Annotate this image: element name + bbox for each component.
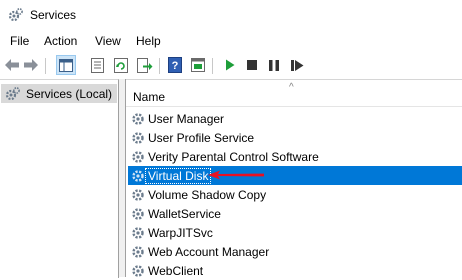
list-item[interactable]: Verity Parental Control Software xyxy=(128,147,462,166)
list-item[interactable]: User Manager xyxy=(128,109,462,128)
list-item[interactable]: Volume Shadow Copy xyxy=(128,185,462,204)
menu-bar: File Action View Help xyxy=(0,30,462,52)
restart-service-icon[interactable] xyxy=(288,56,306,74)
service-name: Web Account Manager xyxy=(148,245,270,259)
service-name: WalletService xyxy=(148,207,221,221)
menu-help[interactable]: Help xyxy=(136,34,161,48)
svg-text:?: ? xyxy=(172,60,179,72)
gear-icon xyxy=(5,87,20,101)
gear-icon xyxy=(132,189,144,201)
refresh-icon[interactable] xyxy=(112,56,130,74)
annotation-arrow-icon xyxy=(208,170,264,180)
list-item[interactable]: WarpJITSvc xyxy=(128,223,462,242)
list-item[interactable]: WalletService xyxy=(128,204,462,223)
toolbar-separator xyxy=(212,58,213,74)
service-name: User Manager xyxy=(148,112,225,126)
service-name: Virtual Disk xyxy=(144,168,212,184)
tree-pane: Services (Local) xyxy=(0,79,119,278)
toolbar-separator xyxy=(45,58,46,74)
menu-file[interactable]: File xyxy=(10,34,29,48)
service-name: WarpJITSvc xyxy=(148,226,213,240)
list-item[interactable]: User Profile Service xyxy=(128,128,462,147)
column-header-name[interactable]: ^ Name xyxy=(126,80,462,107)
stop-service-icon[interactable] xyxy=(243,56,261,74)
gear-icon xyxy=(132,170,144,182)
services-list: ^ Name User Manager User Profile Service… xyxy=(126,79,462,278)
sort-ascending-indicator: ^ xyxy=(289,82,294,93)
list-item[interactable]: Web Account Manager xyxy=(128,242,462,261)
pane-splitter[interactable] xyxy=(119,79,126,277)
column-header-label: Name xyxy=(133,90,166,104)
gear-icon xyxy=(132,113,144,125)
gear-icon xyxy=(132,132,144,144)
start-service-icon[interactable] xyxy=(221,56,239,74)
gear-icon xyxy=(132,208,144,220)
tree-item-services-local[interactable]: Services (Local) xyxy=(1,84,117,103)
list-item[interactable]: WebClient xyxy=(128,261,462,280)
help-icon[interactable]: ? xyxy=(166,56,184,74)
service-name: User Profile Service xyxy=(148,131,255,145)
properties-icon[interactable] xyxy=(88,56,106,74)
gear-icon xyxy=(132,246,144,258)
pause-service-icon[interactable] xyxy=(265,56,283,74)
toolbar: ? xyxy=(0,53,462,79)
show-hide-tree-icon[interactable] xyxy=(56,55,76,75)
gear-icon xyxy=(132,227,144,239)
tree-item-label: Services (Local) xyxy=(26,87,113,101)
service-name: Verity Parental Control Software xyxy=(148,150,319,164)
toolbar-separator xyxy=(159,58,160,74)
menu-view[interactable]: View xyxy=(95,34,121,48)
console-view-icon[interactable] xyxy=(189,56,207,74)
export-list-icon[interactable] xyxy=(136,56,154,74)
window-title: Services xyxy=(30,8,77,22)
list-item-selected[interactable]: Virtual Disk xyxy=(128,166,462,185)
gear-icon xyxy=(8,8,23,22)
menu-action[interactable]: Action xyxy=(44,34,77,48)
service-name: WebClient xyxy=(148,264,204,278)
gear-icon xyxy=(132,151,144,163)
gear-icon xyxy=(132,265,144,277)
back-arrow-icon[interactable] xyxy=(3,56,21,74)
forward-arrow-icon[interactable] xyxy=(22,56,40,74)
service-name: Volume Shadow Copy xyxy=(148,188,267,202)
title-bar: Services xyxy=(0,0,462,30)
